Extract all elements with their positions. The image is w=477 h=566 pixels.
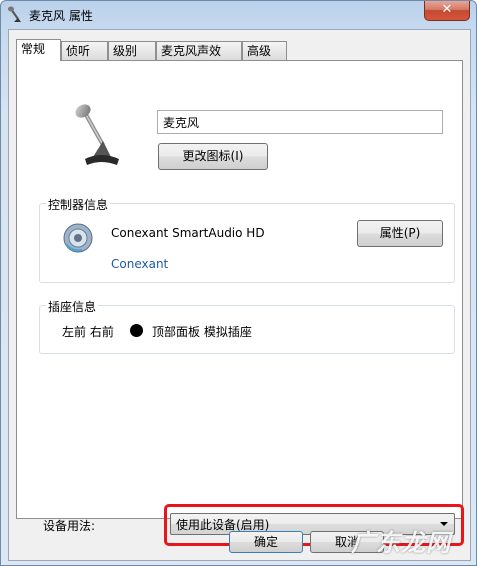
tab-levels[interactable]: 级别 <box>108 41 156 60</box>
microphone-device-icon <box>75 104 119 165</box>
controller-properties-button[interactable]: 属性(P) <box>357 220 443 247</box>
watermark-text: 广东龙网 <box>351 529 451 557</box>
device-usage-label: 设备用法: <box>43 519 96 533</box>
speaker-icon <box>63 223 93 253</box>
properties-window: 麦克风 属性 ✕ 常规 侦听 级别 麦克风声效 高级 麦克风 更改图标(I) 控… <box>0 0 477 566</box>
window-title: 麦克风 属性 <box>29 9 93 23</box>
jack-color-dot <box>130 324 143 337</box>
tab-mic-effects[interactable]: 麦克风声效 <box>156 41 242 60</box>
device-name-input[interactable]: 麦克风 <box>157 110 443 134</box>
tab-advanced[interactable]: 高级 <box>242 41 287 60</box>
controller-info-label: 控制器信息 <box>46 196 111 213</box>
title-bar[interactable]: 麦克风 属性 ✕ <box>1 1 476 29</box>
microphone-icon <box>8 6 21 22</box>
jack-description: 顶部面板 模拟插座 <box>152 325 252 339</box>
vendor-link[interactable]: Conexant <box>111 257 168 271</box>
ok-button[interactable]: 确定 <box>229 531 303 553</box>
jack-positions: 左前 右前 <box>62 325 114 339</box>
tab-general[interactable]: 常规 <box>16 39 61 61</box>
jack-info-label: 插座信息 <box>46 298 99 315</box>
jack-info-group: 插座信息 左前 右前 顶部面板 模拟插座 <box>39 298 455 354</box>
close-button[interactable]: ✕ <box>424 1 470 21</box>
dialog-body: 常规 侦听 级别 麦克风声效 高级 麦克风 更改图标(I) 控制器信息 Cone… <box>8 29 471 561</box>
change-icon-button[interactable]: 更改图标(I) <box>158 143 268 170</box>
tab-listen[interactable]: 侦听 <box>61 41 108 60</box>
general-tab-panel: 麦克风 更改图标(I) 控制器信息 Conexant SmartAudio HD… <box>16 60 464 546</box>
controller-device-name: Conexant SmartAudio HD <box>111 226 265 240</box>
controller-info-group: 控制器信息 Conexant SmartAudio HD Conexant 属性… <box>39 196 455 283</box>
